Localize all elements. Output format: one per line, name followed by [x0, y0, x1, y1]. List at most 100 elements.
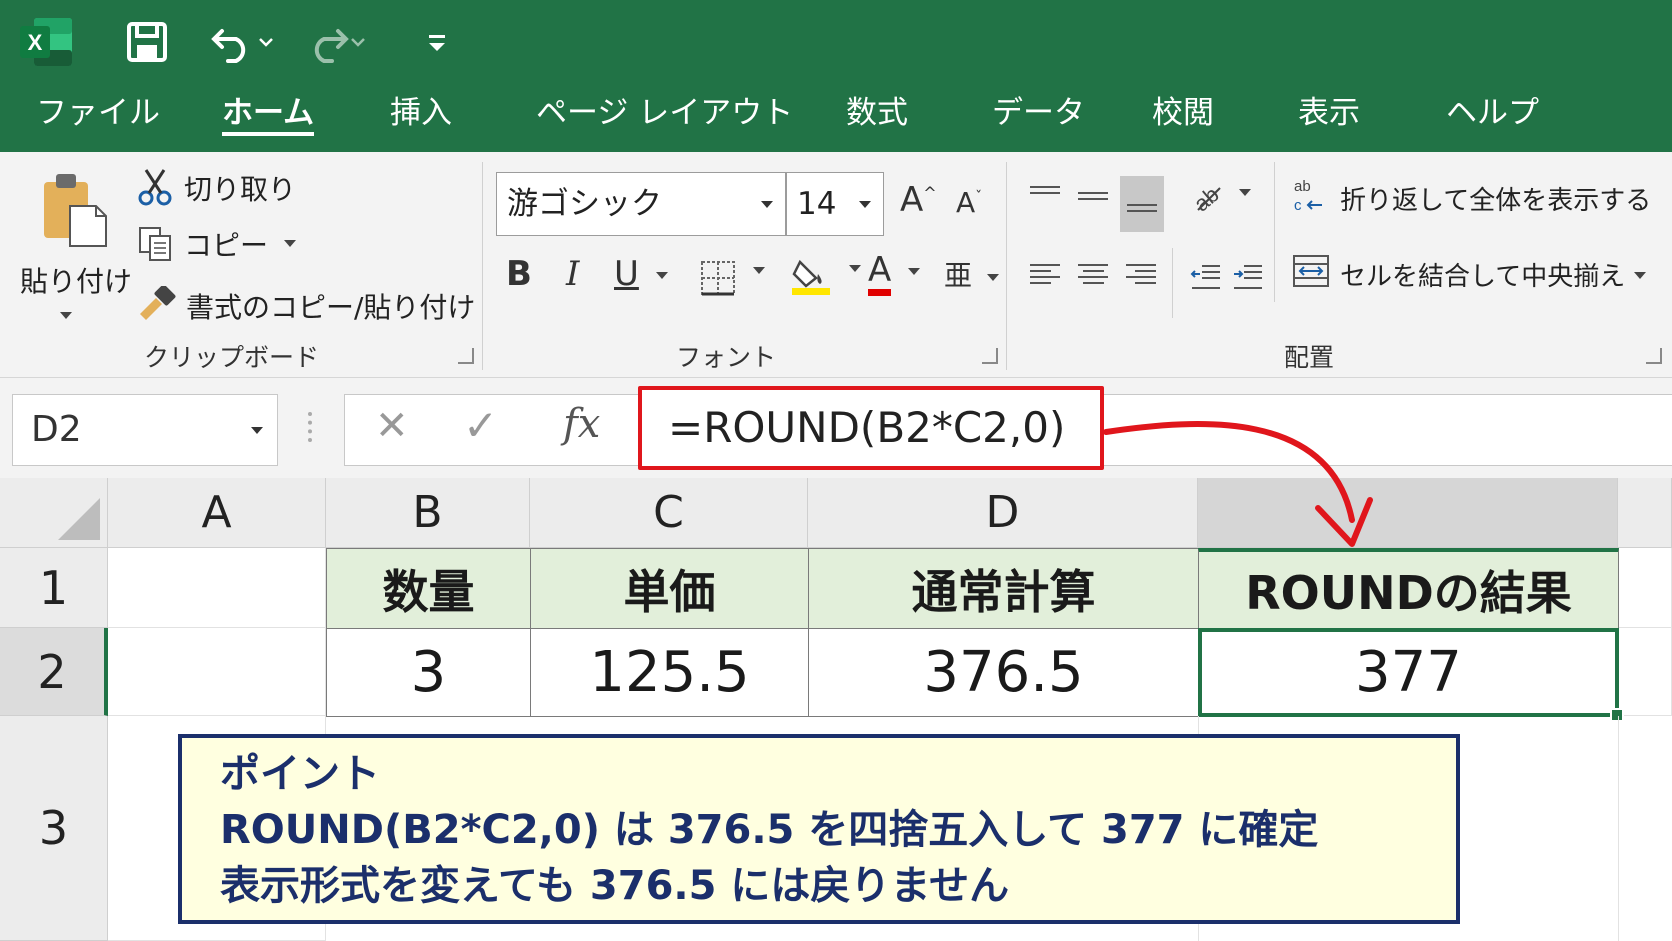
font-name-select[interactable]: 游ゴシック — [496, 172, 786, 236]
svg-text:X: X — [28, 30, 43, 55]
formula-bar: D2 ✕ ✓ fx =ROUND(B2*C2,0) — [0, 378, 1672, 478]
shrink-font-button[interactable]: Aˇ — [956, 186, 982, 219]
tab-data[interactable]: データ — [992, 88, 1085, 138]
redo-icon — [314, 29, 349, 63]
format-painter-button[interactable]: 書式のコピー/貼り付け — [138, 280, 475, 328]
chevron-down-icon — [1238, 188, 1251, 196]
save-button[interactable] — [126, 12, 168, 72]
select-all-corner[interactable] — [0, 478, 108, 548]
row-header-3[interactable]: 3 — [0, 716, 108, 941]
decrease-indent-icon[interactable] — [1190, 262, 1222, 292]
cell-d1[interactable]: 通常計算 — [808, 548, 1199, 629]
tab-review[interactable]: 校閲 — [1152, 88, 1214, 138]
column-header-b[interactable]: B — [326, 478, 530, 548]
alignment-launcher-icon[interactable] — [1646, 348, 1662, 364]
orientation-icon: ab — [1189, 182, 1224, 217]
cell-c2[interactable]: 125.5 — [530, 628, 809, 717]
phonetic-guide-button[interactable]: 亜 — [944, 254, 999, 294]
note-title: ポイント — [220, 751, 380, 797]
enter-icon[interactable]: ✓ — [463, 401, 498, 450]
select-all-triangle-icon — [58, 498, 100, 540]
bold-button[interactable]: B — [506, 254, 532, 294]
align-middle-icon[interactable] — [1078, 188, 1108, 214]
excel-logo-icon: X — [20, 18, 72, 66]
underline-button[interactable]: U — [614, 254, 668, 294]
column-header-f[interactable] — [1618, 478, 1672, 548]
row-header-1[interactable]: 1 — [0, 548, 108, 628]
borders-button[interactable] — [700, 260, 765, 305]
tab-page-layout[interactable]: ページ レイアウト — [536, 88, 793, 138]
align-center-icon[interactable] — [1078, 260, 1108, 286]
column-header-d[interactable]: D — [808, 478, 1198, 548]
cancel-icon[interactable]: ✕ — [375, 403, 409, 449]
font-group-label: フォント — [676, 343, 777, 372]
tab-formulas[interactable]: 数式 — [846, 88, 908, 138]
font-color-icon: A — [868, 251, 892, 296]
chevron-down-icon — [251, 427, 263, 434]
svg-text:ab: ab — [1294, 178, 1311, 195]
align-right-icon[interactable] — [1126, 260, 1156, 286]
clipboard-group-label: クリップボード — [144, 343, 320, 372]
align-top-icon[interactable] — [1030, 182, 1060, 208]
merge-center-icon — [1293, 255, 1329, 287]
fill-handle[interactable] — [1610, 708, 1624, 722]
paste-button[interactable]: 貼り付け — [16, 164, 132, 334]
cell-b2[interactable]: 3 — [326, 628, 531, 717]
note-line-1: ROUND(B2*C2,0) は 376.5 を四捨五入して 377 に確定 — [220, 807, 1319, 853]
font-color-button[interactable]: A — [868, 250, 921, 296]
merge-center-label: セルを結合して中央揃え — [1340, 262, 1626, 292]
name-box[interactable]: D2 — [12, 394, 278, 466]
insert-function-icon[interactable]: fx — [563, 401, 600, 447]
tab-help[interactable]: ヘルプ — [1446, 88, 1539, 138]
align-bottom-icon — [1127, 200, 1157, 226]
ribbon: 貼り付け 切り取り コピー 書式のコピー/貼り付け クリップボード 游ゴシック — [0, 152, 1672, 378]
column-header-a[interactable]: A — [108, 478, 326, 548]
wrap-text-button[interactable]: ab c 折り返して全体を表示する — [1292, 174, 1652, 224]
font-launcher-icon[interactable] — [982, 348, 998, 364]
cut-button[interactable]: 切り取り — [138, 166, 308, 210]
orientation-button[interactable]: ab — [1188, 178, 1251, 221]
tab-insert[interactable]: 挿入 — [390, 88, 452, 138]
align-left-icon[interactable] — [1030, 260, 1060, 286]
chevron-down-icon — [655, 272, 668, 279]
row-header-2[interactable]: 2 — [0, 628, 108, 716]
italic-button[interactable]: I — [566, 254, 579, 294]
grow-font-button[interactable]: A^ — [900, 180, 937, 220]
ribbon-separator — [1274, 162, 1275, 302]
cell-e2-selected[interactable]: 377 — [1198, 628, 1619, 717]
cell-e1[interactable]: ROUNDの結果 — [1198, 548, 1619, 629]
font-size-select[interactable]: 14 — [786, 172, 884, 236]
align-bottom-button[interactable] — [1120, 176, 1164, 232]
merge-center-button[interactable]: セルを結合して中央揃え — [1292, 248, 1664, 298]
tab-file[interactable]: ファイル — [36, 88, 160, 138]
paste-icon — [44, 174, 107, 247]
scissors-icon — [138, 169, 172, 206]
chevron-down-icon — [1634, 272, 1646, 279]
increase-indent-icon[interactable] — [1232, 262, 1264, 292]
format-painter-label: 書式のコピー/貼り付け — [186, 291, 476, 324]
borders-icon — [701, 261, 735, 296]
cell-a2[interactable] — [108, 628, 326, 716]
copy-button[interactable]: コピー — [138, 222, 308, 266]
undo-button[interactable] — [210, 12, 274, 72]
svg-text:ab: ab — [1189, 182, 1224, 214]
save-icon — [127, 22, 167, 62]
cell-c1[interactable]: 単価 — [530, 548, 809, 629]
cell-d2[interactable]: 376.5 — [808, 628, 1199, 717]
title-bar: X ファイル ホーム 挿入 ページ レイアウト 数式 データ 校閲 表示 ヘルプ — [0, 0, 1672, 152]
fill-color-button[interactable] — [790, 254, 861, 305]
cell-b1[interactable]: 数量 — [326, 548, 531, 629]
tab-view[interactable]: 表示 — [1298, 88, 1360, 138]
column-header-e[interactable] — [1198, 478, 1618, 548]
tab-home[interactable]: ホーム — [222, 88, 315, 138]
redo-button[interactable] — [302, 12, 366, 72]
cell-a1[interactable] — [108, 548, 326, 628]
customize-qat-button[interactable] — [426, 12, 448, 72]
copy-icon — [139, 227, 171, 261]
cell-f1[interactable] — [1618, 548, 1672, 628]
column-header-c[interactable]: C — [530, 478, 808, 548]
cell-f2[interactable] — [1618, 628, 1672, 716]
clipboard-launcher-icon[interactable] — [458, 348, 474, 364]
chevron-down-icon — [259, 38, 273, 47]
chevron-down-icon — [859, 201, 871, 208]
